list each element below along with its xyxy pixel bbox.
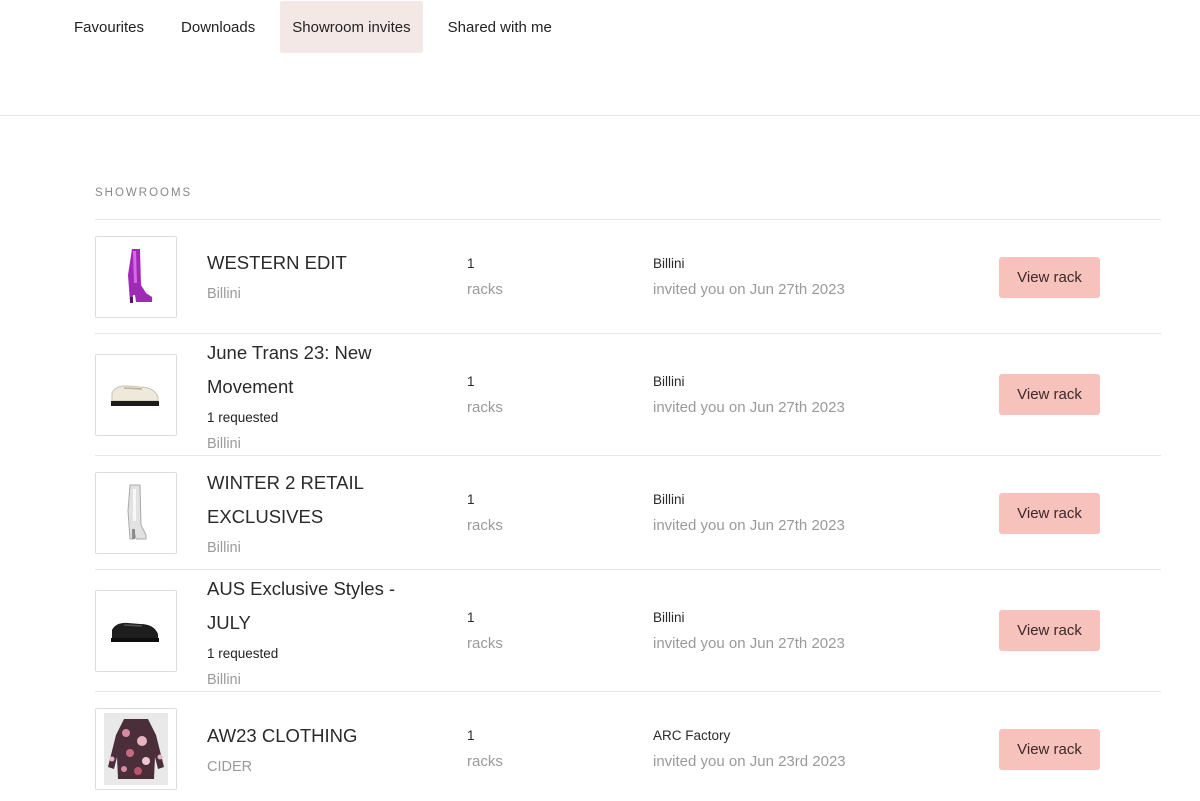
invited-on: invited you on Jun 27th 2023 xyxy=(653,281,845,298)
rack-count-value: 1 xyxy=(467,610,475,625)
rack-count: 1 racks xyxy=(467,490,547,537)
invited-by: Billini xyxy=(653,492,685,507)
showroom-brand: Billini xyxy=(207,436,241,452)
table-row: AUS Exclusive Styles - JULY 1 requested … xyxy=(95,569,1161,691)
table-row: WESTERN EDIT Billini 1 racks Billini inv… xyxy=(95,219,1161,333)
view-rack-button[interactable]: View rack xyxy=(999,610,1100,651)
table-row: WINTER 2 RETAIL EXCLUSIVES Billini 1 rac… xyxy=(95,455,1161,569)
showroom-list: WESTERN EDIT Billini 1 racks Billini inv… xyxy=(95,219,1161,801)
invited-on: invited you on Jun 27th 2023 xyxy=(653,635,845,652)
showroom-brand: Billini xyxy=(207,672,241,688)
showroom-info: WESTERN EDIT Billini xyxy=(207,246,437,305)
rack-count-label: racks xyxy=(467,517,503,534)
showroom-title[interactable]: AW23 CLOTHING xyxy=(207,719,437,753)
rack-count-value: 1 xyxy=(467,374,475,389)
loafer-icon[interactable] xyxy=(95,354,177,436)
invited-by: ARC Factory xyxy=(653,728,731,743)
showroom-info: AUS Exclusive Styles - JULY 1 requested … xyxy=(207,572,437,691)
rack-count: 1 racks xyxy=(467,372,547,419)
rack-count-value: 1 xyxy=(467,728,475,743)
rack-count: 1 racks xyxy=(467,608,547,655)
invite-info: Billini invited you on Jun 27th 2023 xyxy=(653,490,973,537)
showroom-title[interactable]: WESTERN EDIT xyxy=(207,246,437,280)
showroom-title[interactable]: WINTER 2 RETAIL EXCLUSIVES xyxy=(207,466,437,534)
invite-info: Billini invited you on Jun 27th 2023 xyxy=(653,372,973,419)
tab-showroom-invites[interactable]: Showroom invites xyxy=(280,1,423,53)
requested-count: 1 requested xyxy=(207,410,279,425)
view-rack-button[interactable]: View rack xyxy=(999,374,1100,415)
invited-on: invited you on Jun 23rd 2023 xyxy=(653,753,846,770)
table-row: June Trans 23: New Movement 1 requested … xyxy=(95,333,1161,455)
invite-info: Billini invited you on Jun 27th 2023 xyxy=(653,608,973,655)
showroom-info: AW23 CLOTHING CIDER xyxy=(207,719,437,778)
section-title: SHOWROOMS xyxy=(95,187,193,199)
silver-boot-icon[interactable] xyxy=(95,472,177,554)
showroom-info: June Trans 23: New Movement 1 requested … xyxy=(207,336,437,455)
rack-count-value: 1 xyxy=(467,492,475,507)
showroom-brand: CIDER xyxy=(207,759,253,775)
showroom-title[interactable]: AUS Exclusive Styles - JULY xyxy=(207,572,437,640)
tab-shared-with-me[interactable]: Shared with me xyxy=(436,1,564,53)
boot-icon[interactable] xyxy=(95,236,177,318)
header-divider xyxy=(0,115,1200,116)
tab-bar: Favourites Downloads Showroom invites Sh… xyxy=(62,1,577,53)
rack-count-label: racks xyxy=(467,635,503,652)
tab-downloads[interactable]: Downloads xyxy=(169,1,267,53)
view-rack-button[interactable]: View rack xyxy=(999,257,1100,298)
rack-count-label: racks xyxy=(467,281,503,298)
black-loafer-icon[interactable] xyxy=(95,590,177,672)
invited-on: invited you on Jun 27th 2023 xyxy=(653,399,845,416)
showroom-brand: Billini xyxy=(207,540,241,556)
rack-count-label: racks xyxy=(467,399,503,416)
requested-count: 1 requested xyxy=(207,646,279,661)
view-rack-button[interactable]: View rack xyxy=(999,729,1100,770)
floral-top-icon[interactable] xyxy=(95,708,177,790)
rack-count: 1 racks xyxy=(467,254,547,301)
invite-info: ARC Factory invited you on Jun 23rd 2023 xyxy=(653,726,973,773)
tab-favourites[interactable]: Favourites xyxy=(62,1,156,53)
view-rack-button[interactable]: View rack xyxy=(999,493,1100,534)
invited-by: Billini xyxy=(653,374,685,389)
invited-on: invited you on Jun 27th 2023 xyxy=(653,517,845,534)
showroom-brand: Billini xyxy=(207,286,241,302)
rack-count: 1 racks xyxy=(467,726,547,773)
showroom-title[interactable]: June Trans 23: New Movement xyxy=(207,336,437,404)
rack-count-label: racks xyxy=(467,753,503,770)
table-row: AW23 CLOTHING CIDER 1 racks ARC Factory … xyxy=(95,691,1161,801)
invite-info: Billini invited you on Jun 27th 2023 xyxy=(653,254,973,301)
invited-by: Billini xyxy=(653,610,685,625)
showroom-info: WINTER 2 RETAIL EXCLUSIVES Billini xyxy=(207,466,437,559)
rack-count-value: 1 xyxy=(467,256,475,271)
invited-by: Billini xyxy=(653,256,685,271)
